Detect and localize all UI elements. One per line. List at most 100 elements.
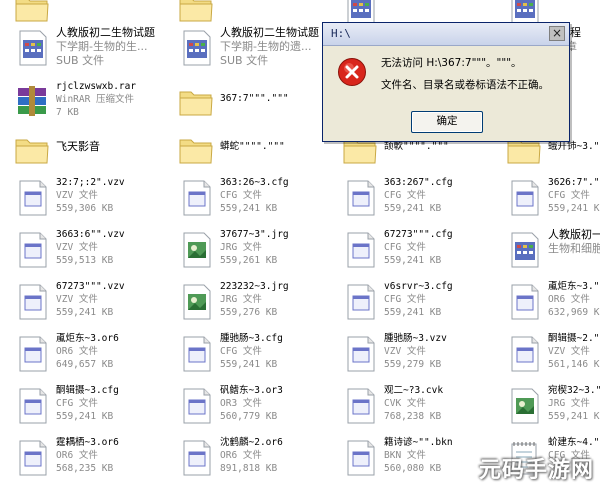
file-size: 560,080 KB [384, 463, 442, 474]
close-button[interactable]: × [549, 26, 565, 41]
file-label: 蟒蛇"""".""" [220, 140, 330, 153]
file-label: 67273""".vzv VZV 文件 559,241 KB [56, 280, 166, 319]
file-type: JRG 文件 [548, 398, 590, 409]
file-item[interactable]: 矾鳍东~3.or3 OR3 文件 560,779 KB [168, 384, 328, 434]
file-label: 人教版初二生物试题 下学期-生物的生... SUB 文件 [56, 26, 166, 68]
file-size: 632,969 KB [548, 307, 600, 318]
file-type: VZV 文件 [56, 242, 98, 253]
file-type: VZV 文件 [56, 190, 98, 201]
image-file-icon [511, 388, 539, 424]
file-item[interactable]: 363:267".cfg CFG 文件 559,241 KB [332, 176, 492, 226]
dialog-message-line1: 无法访问 H:\367:7"""。"""。 [381, 57, 522, 69]
file-item[interactable]: 蟒蛇"""".""" [168, 128, 328, 178]
file-size: 559,276 KB [220, 307, 278, 318]
sub-file-icon [19, 30, 47, 66]
file-item[interactable]: 37677~3".jrg JRG 文件 559,261 KB [168, 228, 328, 278]
sub-file-icon [183, 30, 211, 66]
file-item[interactable]: 观二~?3.cvk CVK 文件 768,238 KB [332, 384, 492, 434]
file-name: rjclzwswxb.rar [56, 81, 137, 92]
file-item[interactable]: 人教版初二生物试题 下学期-生物的遗... SUB 文件 [168, 26, 328, 76]
file-item[interactable]: rjclzwswxb.rar WinRAR 压缩文件 7 KB [4, 80, 164, 130]
file-name: 籍诗谚~"".bkn [384, 437, 453, 448]
file-item[interactable]: 酮辑摄~2." VZV 文件 561,146 KB [496, 332, 600, 382]
file-item[interactable]: 363:26~3.cfg CFG 文件 559,241 KB [168, 176, 328, 226]
file-item[interactable]: 飞天影音 [4, 128, 164, 178]
file-type: 下学期-生物的遗... [220, 40, 312, 53]
file-name: v6srvr~3.cfg [384, 281, 453, 292]
file-item[interactable]: 3626:7"." CFG 文件 559,241 KB [496, 176, 600, 226]
file-name: 67273""".vzv [56, 281, 125, 292]
file-item[interactable]: 沈鹤麟~2.or6 OR6 文件 891,818 KB [168, 436, 328, 486]
file-item[interactable]: 腫驰肠~3.cfg CFG 文件 559,241 KB [168, 332, 328, 382]
file-type: VZV 文件 [548, 346, 590, 357]
file-type: BKN 文件 [384, 450, 426, 461]
file-size: 891,818 KB [220, 463, 278, 474]
file-name: 363:26~3.cfg [220, 177, 289, 188]
folder-icon [179, 139, 213, 164]
file-size: 559,241 KB [384, 203, 442, 214]
file-label: 3626:7"." CFG 文件 559,241 KB [548, 176, 600, 215]
file-size: 649,657 KB [56, 359, 114, 370]
generic-file-icon [19, 440, 47, 476]
generic-file-icon [19, 232, 47, 268]
generic-file-icon [183, 388, 211, 424]
file-item[interactable]: 酮辑摄~3.cfg CFG 文件 559,241 KB [4, 384, 164, 434]
file-item[interactable]: 32:7;:2".vzv VZV 文件 559,306 KB [4, 176, 164, 226]
file-item[interactable]: 人教版初二生物试题 下学期-生物的生... SUB 文件 [4, 26, 164, 76]
file-label: 酮辑摄~2." VZV 文件 561,146 KB [548, 332, 600, 371]
file-size: SUB 文件 [56, 54, 105, 67]
file-type: JRG 文件 [220, 294, 262, 305]
file-item[interactable]: v6srvr~3.cfg CFG 文件 559,241 KB [332, 280, 492, 330]
file-type: OR3 文件 [220, 398, 262, 409]
file-item[interactable]: 3663:6"".vzv VZV 文件 559,513 KB [4, 228, 164, 278]
file-item[interactable]: 籍诗谚~"".bkn BKN 文件 560,080 KB [332, 436, 492, 486]
file-label: 霆耦栖~3.or6 OR6 文件 568,235 KB [56, 436, 166, 475]
file-size: SUB 文件 [220, 54, 269, 67]
file-type: CFG 文件 [548, 190, 590, 201]
file-item[interactable]: 颪炬东~3." OR6 文件 632,969 KB [496, 280, 600, 330]
file-type: 生物和细胞 [548, 242, 600, 255]
error-icon [338, 58, 366, 86]
file-item[interactable]: 67273""".vzv VZV 文件 559,241 KB [4, 280, 164, 330]
sub-file-icon [511, 232, 539, 268]
file-size: 768,238 KB [384, 411, 442, 422]
file-item[interactable]: 367:7""".""" [168, 80, 328, 130]
file-type: CFG 文件 [384, 242, 426, 253]
file-type: VZV 文件 [384, 346, 426, 357]
file-item[interactable]: 67273""".cfg CFG 文件 559,241 KB [332, 228, 492, 278]
dialog-title-bar[interactable]: H:\ × [323, 23, 569, 46]
file-type: 下学期-生物的生... [56, 40, 148, 53]
file-name: 人教版初二生物试题 [56, 26, 155, 39]
file-item[interactable]: 人教版初一 生物和细胞 [496, 228, 600, 278]
file-name: 腫驰肠~3.vzv [384, 333, 447, 344]
file-size: 559,241 KB [220, 203, 278, 214]
file-label: 37677~3".jrg JRG 文件 559,261 KB [220, 228, 330, 267]
file-size: 559,261 KB [220, 255, 278, 266]
folder-icon [15, 139, 49, 164]
generic-file-icon [511, 284, 539, 320]
generic-file-icon [19, 336, 47, 372]
file-name: 矾鳍东~3.or3 [220, 385, 283, 396]
file-item[interactable]: 颪炬东~3.or6 OR6 文件 649,657 KB [4, 332, 164, 382]
file-name: 沈鹤麟~2.or6 [220, 437, 283, 448]
file-label: 酮辑摄~3.cfg CFG 文件 559,241 KB [56, 384, 166, 423]
file-type: JRG 文件 [220, 242, 262, 253]
file-size: 7 KB [56, 107, 79, 118]
ok-button[interactable]: 确定 [411, 111, 483, 133]
file-label: 颪炬东~3." OR6 文件 632,969 KB [548, 280, 600, 319]
file-size: 561,146 KB [548, 359, 600, 370]
file-type: OR6 文件 [548, 294, 590, 305]
file-size: 559,241 KB [220, 359, 278, 370]
generic-file-icon [347, 440, 375, 476]
file-name: 蚧建东~4." [548, 437, 600, 448]
generic-file-icon [347, 336, 375, 372]
file-label: 32:7;:2".vzv VZV 文件 559,306 KB [56, 176, 166, 215]
file-label: 363:267".cfg CFG 文件 559,241 KB [384, 176, 494, 215]
file-name: 酮辑摄~2." [548, 333, 600, 344]
file-item[interactable]: 宛楔32~3." JRG 文件 559,241 KB [496, 384, 600, 434]
file-item[interactable]: 霆耦栖~3.or6 OR6 文件 568,235 KB [4, 436, 164, 486]
generic-file-icon [183, 180, 211, 216]
file-item[interactable]: 腫驰肠~3.vzv VZV 文件 559,279 KB [332, 332, 492, 382]
file-item[interactable]: 223232~3.jrg JRG 文件 559,276 KB [168, 280, 328, 330]
file-size: 559,513 KB [56, 255, 114, 266]
